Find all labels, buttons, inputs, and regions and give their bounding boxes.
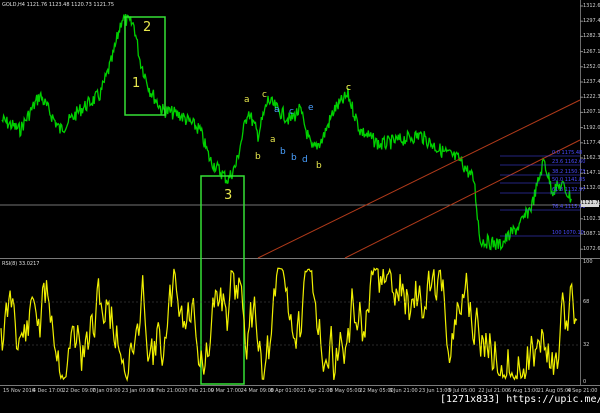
price-tick-label: 1237.45: [583, 79, 600, 85]
fib-level-label: 50.0 1141.85: [552, 177, 586, 183]
watermark: [1271x833] https://upic.me/: [440, 394, 600, 405]
wave-label-minor: c: [262, 90, 267, 100]
current-price-tag: 1121.75: [581, 200, 600, 207]
rsi-level-label: 32: [583, 342, 590, 348]
price-tick-label: 1297.45: [583, 18, 600, 25]
wave-label-major: 2: [143, 20, 152, 35]
time-label: 6 Feb 21:00: [151, 388, 182, 394]
price-series-line: [1, 13, 572, 251]
symbol-info: GOLD,H4 1121.76 1123.48 1120.73 1121.75: [2, 2, 115, 8]
time-label: 4 Dec 17:00: [32, 388, 64, 394]
chart-canvas: [0, 5, 583, 385]
time-label: 9 Mar 17:00: [210, 388, 242, 394]
wave-label-minor: d: [302, 155, 308, 165]
wave-label-minor: e: [308, 103, 314, 113]
price-tick-label: 1267.15: [583, 48, 600, 55]
time-label: 8 May 05:00: [329, 388, 361, 394]
rsi-level-label: 100: [583, 259, 593, 265]
price-tick-label: 1207.15: [583, 109, 600, 116]
price-tick-label: 1282.30: [583, 33, 600, 40]
price-tick-label: 1192.00: [583, 124, 600, 131]
price-tick-label: 1072.60: [583, 246, 600, 253]
time-label: 22 Dec 09:00: [62, 388, 97, 394]
price-tick-label: 1252.00: [583, 63, 600, 70]
price-tick-label: 1177.45: [583, 139, 600, 146]
price-tick-label: 1162.30: [583, 155, 600, 161]
time-label: 7 Jan 09:00: [92, 388, 121, 394]
rsi-series-line: [0, 267, 578, 382]
wave-label-minor: b: [280, 147, 286, 157]
price-tick-label: 1312.60: [583, 3, 600, 9]
price-tick-label: 1147.15: [583, 170, 600, 177]
wave-label-minor: b: [255, 152, 261, 162]
price-tick-label: 1102.30: [583, 215, 600, 222]
fib-level-label: 0.0 1175.48: [552, 150, 583, 156]
wave-label-minor: a: [274, 105, 280, 115]
wave-label-major: 3: [224, 188, 233, 203]
price-tick-label: 1087.15: [583, 231, 600, 237]
time-label: 6 Jun 21:00: [389, 388, 418, 394]
rsi-level-label: 68: [583, 299, 590, 305]
wave-label-minor: b: [316, 161, 322, 171]
wave-label-minor: b: [291, 153, 297, 163]
time-label: 23 Jan 09:00: [121, 388, 154, 394]
wave-label-minor: c: [346, 83, 351, 93]
fib-level-label: 100 1070.10: [552, 230, 584, 236]
wave-label-major: 1: [132, 76, 141, 91]
rsi-title: RSI(8) 33.0217: [2, 261, 40, 267]
price-tick-label: 1222.30: [583, 94, 600, 101]
wave-label-minor: a: [270, 135, 276, 145]
fib-level-label: 23.6 1162.60: [552, 159, 586, 165]
time-label: 21 Apr 21:00: [300, 388, 333, 394]
price-tick-label: 1132.00: [583, 185, 600, 192]
time-label: 24 Mar 09:00: [240, 388, 274, 394]
time-label: 8 Apr 01:00: [270, 388, 300, 394]
wave-label-minor: c: [289, 107, 294, 117]
rsi-level-label: 0: [583, 379, 587, 385]
fib-level-label: 61.8 1132.97: [552, 187, 586, 193]
time-label: 20 Feb 21:00: [181, 388, 214, 394]
time-label: 15 Nov 2016: [3, 388, 36, 394]
fib-level-label: 38.2 1150.73: [552, 169, 586, 175]
wave-label-minor: a: [244, 95, 250, 105]
trend-line-upper: [257, 99, 581, 259]
